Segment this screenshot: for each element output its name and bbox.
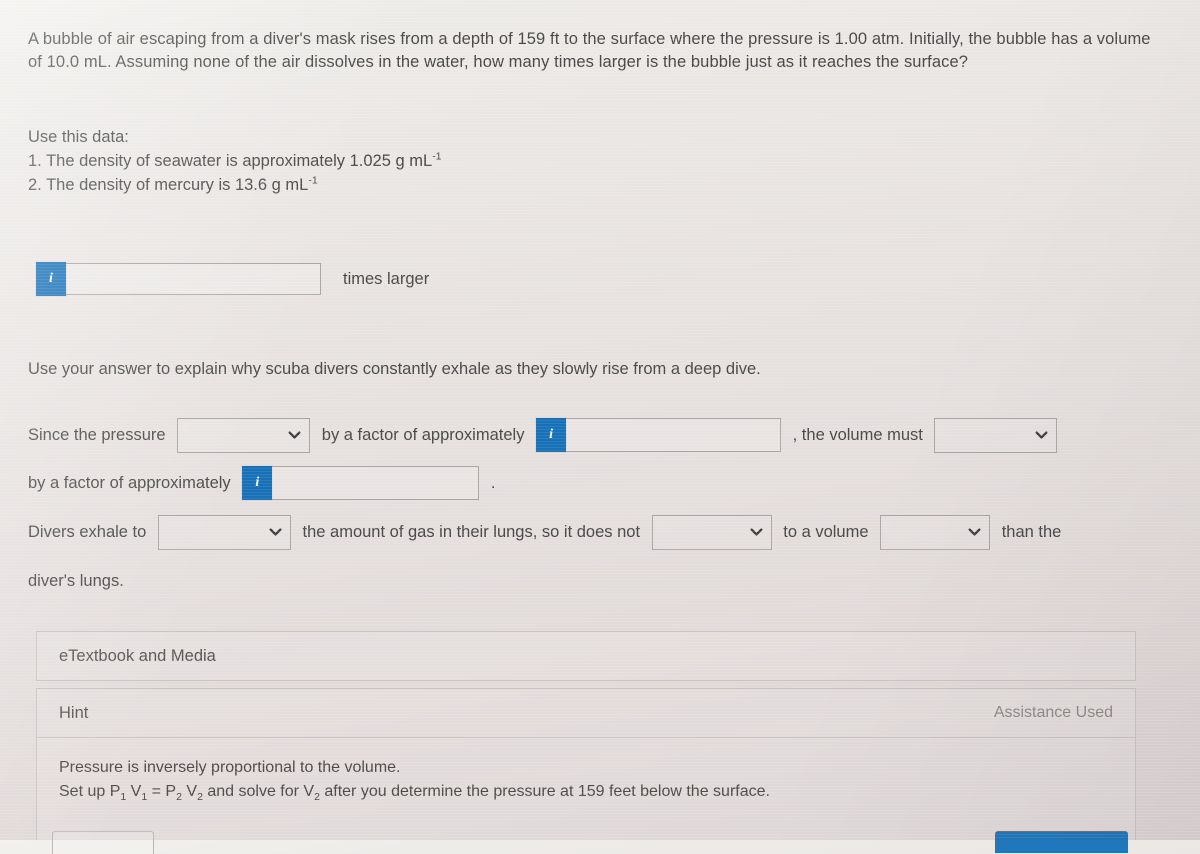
sentence-text-6: Divers exhale to [28,522,147,541]
dropdown-pressure-direction[interactable]: increasesdecreases [177,417,311,453]
hint-line-1: Pressure is inversely proportional to th… [59,759,401,776]
data-item-2-text: The density of mercury is 13.6 g mL [46,175,309,194]
etextbook-and-media-panel[interactable]: eTextbook and Media [36,631,1136,681]
hint-l2-a: Set up P [59,783,121,800]
hint-l2-e: and solve for V [202,783,315,800]
secondary-action-button[interactable] [52,831,154,854]
data-item-1-exponent: -1 [432,150,442,163]
hint-panel-title: Hint [59,703,89,722]
volume-factor-input[interactable] [272,466,480,501]
answer-row: i times larger [36,262,429,296]
sentence-text-7: the amount of gas in their lungs, so it … [302,522,641,541]
explain-prompt: Use your answer to explain why scuba div… [28,360,761,378]
primary-submit-button[interactable] [995,831,1128,853]
data-item-1-text: The density of seawater is approximately… [46,151,433,170]
info-icon-volume-factor[interactable]: i [242,466,273,501]
data-item-1: 1. The density of seawater is approximat… [28,150,442,174]
dropdown-pressure-direction-wrap: increasesdecreases [177,411,311,459]
sentence-builder: Since the pressure increasesdecreases by… [28,410,1168,605]
hint-l2-d: V [181,783,198,800]
pressure-factor-input[interactable] [566,417,782,452]
sentence-text-4: by a factor of approximately [28,474,231,493]
dropdown-gas-action[interactable]: expandcontract [651,515,772,551]
sentence-text-5: . [490,474,496,493]
dropdown-volume-direction[interactable]: increasedecrease [934,417,1058,453]
answer-unit-label: times larger [343,269,430,288]
etextbook-panel-title: eTextbook and Media [59,646,216,665]
hint-panel-body: Pressure is inversely proportional to th… [37,738,1135,814]
data-item-1-number: 1. [28,151,42,170]
hint-l2-f: after you determine the pressure at 159 … [319,783,770,800]
hint-line-2: Set up P1 V1 = P2 V2 and solve for V2 af… [59,780,1113,804]
answer-input[interactable] [66,263,321,295]
sentence-text-2: by a factor of approximately [321,425,525,444]
question-page: A bubble of air escaping from a diver's … [0,0,1200,854]
dropdown-exhale-effect[interactable]: decreaseincrease [157,515,291,551]
question-stem: A bubble of air escaping from a diver's … [28,30,1151,72]
data-heading: Use this data: [28,128,129,146]
sentence-text-8: to a volume [783,522,869,541]
hint-l2-c: = P [147,783,177,800]
etextbook-panel-header[interactable]: eTextbook and Media [37,632,1135,680]
assistance-used-badge: Assistance Used [993,704,1113,721]
sentence-text-10: diver's lungs. [28,571,124,590]
info-icon-pressure-factor[interactable]: i [536,417,567,452]
data-item-2-exponent: -1 [308,174,318,187]
info-icon[interactable]: i [36,262,66,296]
hint-l2-b: V [126,783,142,800]
dropdown-volume-comparison[interactable]: largersmaller [880,515,991,551]
pressure-factor-group: i [536,417,782,452]
volume-factor-group: i [242,466,480,501]
sentence-text-3: , the volume must [792,425,923,444]
dropdown-exhale-effect-wrap: decreaseincrease [157,508,291,556]
sentence-text-9: than the [1001,522,1062,541]
hint-panel[interactable]: Hint Assistance Used Pressure is inverse… [36,688,1136,840]
data-item-2-number: 2. [28,175,42,194]
dropdown-gas-action-wrap: expandcontract [651,508,772,556]
given-data-block: Use this data: 1. The density of seawate… [28,126,442,198]
sentence-text-1: Since the pressure [28,425,166,444]
data-item-2: 2. The density of mercury is 13.6 g mL-1 [28,174,442,198]
hint-panel-header[interactable]: Hint Assistance Used [37,689,1135,737]
dropdown-volume-direction-wrap: increasedecrease [934,411,1058,459]
dropdown-volume-comparison-wrap: largersmaller [880,508,991,556]
